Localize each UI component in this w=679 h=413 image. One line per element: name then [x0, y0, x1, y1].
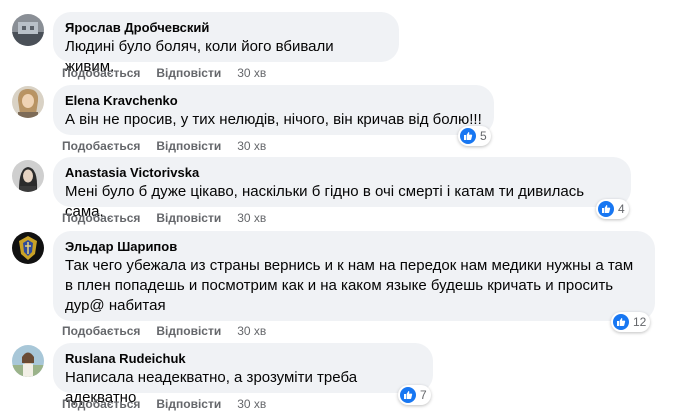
comment-actions: Подобається Відповісти 30 хв	[62, 210, 266, 226]
avatar[interactable]	[12, 160, 44, 192]
comment-time[interactable]: 30 хв	[237, 210, 266, 226]
reply-button[interactable]: Відповісти	[156, 138, 221, 154]
reply-button[interactable]: Відповісти	[156, 65, 221, 81]
reaction-number: 4	[618, 202, 625, 216]
reaction-number: 7	[420, 388, 427, 402]
reaction-number: 5	[480, 129, 487, 143]
avatar[interactable]	[12, 345, 44, 377]
like-button[interactable]: Подобається	[62, 210, 140, 226]
reaction-count[interactable]: 5	[458, 126, 491, 146]
comment-author[interactable]: Ruslana Rudeichuk	[65, 351, 421, 367]
comment-actions: Подобається Відповісти 30 хв	[62, 323, 266, 339]
thumbs-up-icon	[460, 128, 476, 144]
comment-text: А він не просив, у тих нелюдів, нічого, …	[65, 111, 482, 128]
reply-button[interactable]: Відповісти	[156, 396, 221, 412]
avatar[interactable]	[12, 232, 44, 264]
avatar[interactable]	[12, 14, 44, 46]
like-button[interactable]: Подобається	[62, 396, 140, 412]
reaction-number: 12	[633, 315, 647, 329]
like-button[interactable]: Подобається	[62, 65, 140, 81]
thumbs-up-icon	[400, 387, 416, 403]
comment-bubble: Anastasia Victorivska Мені було б дуже ц…	[53, 157, 631, 220]
comment-author[interactable]: Ярослав Дробчевский	[65, 20, 387, 36]
comment-time[interactable]: 30 хв	[237, 65, 266, 81]
thumbs-up-icon	[613, 314, 629, 330]
comment-bubble: Ruslana Rudeichuk Написала неадекватно, …	[53, 343, 433, 406]
like-button[interactable]: Подобається	[62, 323, 140, 339]
reaction-count[interactable]: 4	[596, 199, 629, 219]
comment-actions: Подобається Відповісти 30 хв	[62, 138, 266, 154]
comment-time[interactable]: 30 хв	[237, 138, 266, 154]
comment-time[interactable]: 30 хв	[237, 396, 266, 412]
comment-bubble: Эльдар Шарипов Так чего убежала из стран…	[53, 231, 655, 321]
comment-author[interactable]: Эльдар Шарипов	[65, 239, 643, 255]
reply-button[interactable]: Відповісти	[156, 210, 221, 226]
comment-author[interactable]: Elena Kravchenko	[65, 93, 482, 109]
comment-author[interactable]: Anastasia Victorivska	[65, 165, 619, 181]
comment-text: Так чего убежала из страны вернись и к н…	[65, 257, 634, 314]
comment-bubble: Ярослав Дробчевский Людині було боляч, к…	[53, 12, 399, 75]
comment-bubble: Elena Kravchenko А він не просив, у тих …	[53, 85, 494, 135]
reaction-count[interactable]: 12	[611, 312, 651, 332]
reaction-count[interactable]: 7	[398, 385, 431, 405]
avatar[interactable]	[12, 86, 44, 118]
thumbs-up-icon	[598, 201, 614, 217]
comment-time[interactable]: 30 хв	[237, 323, 266, 339]
reply-button[interactable]: Відповісти	[156, 323, 221, 339]
comment-actions: Подобається Відповісти 30 хв	[62, 65, 266, 81]
like-button[interactable]: Подобається	[62, 138, 140, 154]
comment-actions: Подобається Відповісти 30 хв	[62, 396, 266, 412]
